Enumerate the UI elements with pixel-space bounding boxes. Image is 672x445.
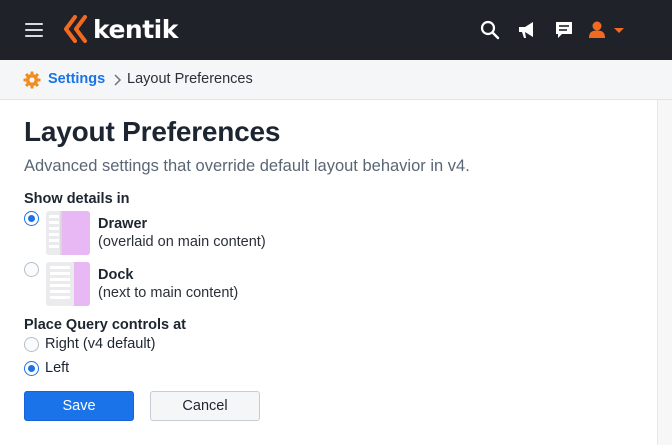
left-option-label[interactable]: Left bbox=[45, 360, 69, 376]
radio-drawer[interactable] bbox=[24, 211, 39, 226]
cancel-button[interactable]: Cancel bbox=[150, 391, 260, 421]
menu-icon[interactable] bbox=[25, 23, 43, 37]
chevron-right-icon bbox=[114, 74, 122, 86]
query-controls-label: Place Query controls at bbox=[24, 317, 186, 333]
drawer-layout-thumbnail[interactable] bbox=[46, 211, 90, 255]
kentik-logo-icon bbox=[64, 15, 87, 43]
show-details-label: Show details in bbox=[24, 191, 130, 207]
gear-icon bbox=[23, 71, 41, 89]
right-option-label[interactable]: Right (v4 default) bbox=[45, 336, 155, 352]
save-button[interactable]: Save bbox=[24, 391, 134, 421]
breadcrumb: Settings Layout Preferences bbox=[0, 60, 672, 100]
radio-left[interactable] bbox=[24, 361, 39, 376]
scrollbar-track[interactable] bbox=[657, 100, 672, 445]
drawer-option-subtitle: (overlaid on main content) bbox=[98, 234, 266, 250]
user-icon[interactable] bbox=[588, 19, 626, 41]
radio-dock[interactable] bbox=[24, 262, 39, 277]
chat-icon[interactable] bbox=[553, 19, 575, 41]
search-icon[interactable] bbox=[479, 19, 501, 41]
brand-name: kentik bbox=[93, 14, 178, 44]
dock-option-subtitle: (next to main content) bbox=[98, 285, 239, 301]
radio-right[interactable] bbox=[24, 337, 39, 352]
dock-layout-thumbnail[interactable] bbox=[46, 262, 90, 306]
megaphone-icon[interactable] bbox=[516, 19, 538, 41]
page-description: Advanced settings that override default … bbox=[24, 157, 470, 175]
page-title: Layout Preferences bbox=[24, 116, 281, 147]
kentik-logo[interactable]: kentik bbox=[64, 14, 178, 44]
dock-option-title[interactable]: Dock bbox=[98, 267, 133, 283]
breadcrumb-current: Layout Preferences bbox=[127, 71, 253, 87]
top-nav-bar: kentik bbox=[0, 0, 672, 60]
drawer-option-title[interactable]: Drawer bbox=[98, 216, 147, 232]
chevron-down-icon bbox=[614, 28, 624, 33]
breadcrumb-settings-link[interactable]: Settings bbox=[48, 71, 105, 87]
